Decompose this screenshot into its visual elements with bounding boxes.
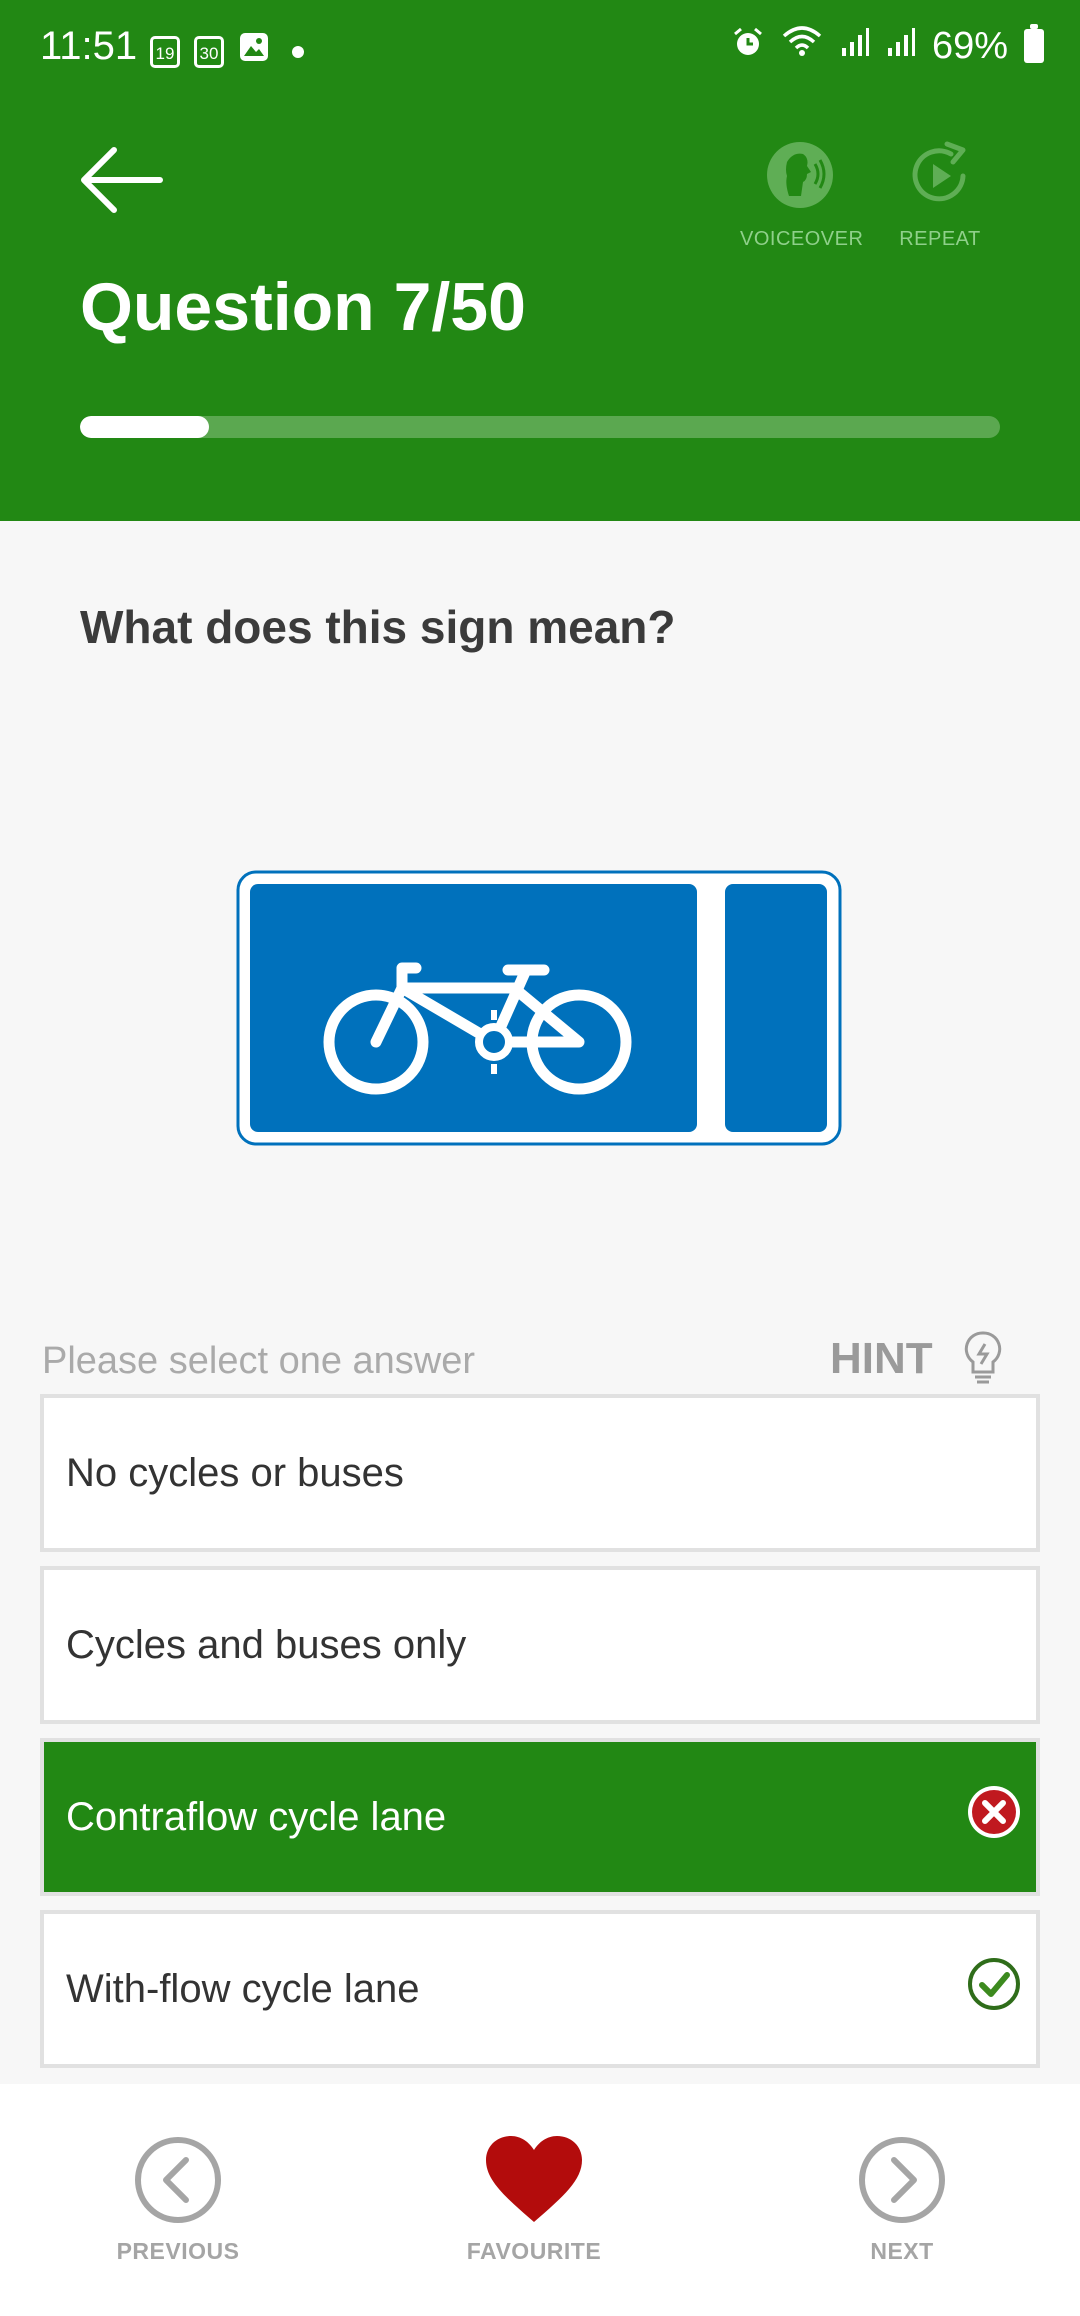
back-button[interactable] — [76, 140, 166, 220]
signal-icon — [840, 25, 870, 68]
signal-icon-2 — [886, 25, 916, 68]
answer-label: Contraflow cycle lane — [66, 1794, 447, 1839]
notification-dot-icon — [292, 45, 304, 58]
voiceover-button[interactable]: VOICEOVER — [740, 140, 864, 251]
notification-icons: 19 30 — [150, 30, 304, 73]
repeat-label: REPEAT — [899, 228, 981, 250]
repeat-icon — [912, 141, 966, 202]
voiceover-icon — [767, 142, 833, 208]
hint-button[interactable]: HINT — [830, 1330, 1003, 1388]
repeat-button[interactable]: REPEAT — [880, 140, 1000, 251]
answer-option-1[interactable]: No cycles or buses — [40, 1394, 1040, 1552]
battery-icon — [1024, 24, 1044, 63]
alarm-icon — [732, 25, 764, 68]
chevron-right-icon — [859, 2137, 945, 2223]
lightbulb-icon — [964, 1331, 1001, 1384]
answer-option-3[interactable]: Contraflow cycle lane — [40, 1738, 1040, 1896]
hint-label: HINT — [830, 1334, 933, 1383]
answer-label: With-flow cycle lane — [66, 1966, 420, 2011]
select-instruction: Please select one answer — [42, 1340, 476, 1382]
heart-icon — [486, 2136, 582, 2222]
next-button[interactable]: NEXT — [802, 2136, 1002, 2265]
wrong-answer-icon — [966, 1784, 1022, 1850]
bicycle-lane-sign-icon — [236, 870, 842, 1146]
gallery-icon — [238, 30, 270, 73]
arrow-left-icon — [81, 147, 163, 213]
question-prompt: What does this sign mean? — [80, 601, 676, 653]
chevron-left-icon — [135, 2137, 221, 2223]
answer-option-4[interactable]: With-flow cycle lane — [40, 1910, 1040, 2068]
correct-answer-icon — [966, 1956, 1022, 2022]
favourite-label: FAVOURITE — [466, 2238, 602, 2264]
next-label: NEXT — [870, 2238, 934, 2264]
progress-bar — [80, 416, 1000, 438]
question-sign-image — [236, 870, 842, 1146]
progress-fill — [80, 416, 209, 438]
answer-option-2[interactable]: Cycles and buses only — [40, 1566, 1040, 1724]
previous-button[interactable]: PREVIOUS — [78, 2136, 278, 2265]
answer-list: No cycles or buses Cycles and buses only… — [40, 1394, 1040, 2082]
header-bar: 11:51 19 30 69% VOICEOVER REPEAT Questio… — [0, 0, 1080, 521]
system-status: 69% — [732, 24, 1044, 68]
calendar-icon: 19 — [150, 35, 180, 68]
previous-label: PREVIOUS — [116, 2238, 240, 2264]
answer-label: Cycles and buses only — [66, 1622, 467, 1667]
answer-label: No cycles or buses — [66, 1450, 404, 1495]
favourite-button[interactable]: FAVOURITE — [434, 2136, 634, 2265]
calendar-icon-2: 30 — [194, 35, 224, 68]
battery-percentage: 69% — [931, 24, 1008, 67]
bottom-navigation: PREVIOUS FAVOURITE NEXT — [0, 2084, 1080, 2316]
question-counter: Question 7/50 — [80, 269, 526, 345]
wifi-icon — [780, 24, 824, 68]
status-time: 11:51 — [40, 24, 138, 68]
status-bar: 11:51 19 30 69% — [0, 0, 1080, 96]
voiceover-label: VOICEOVER — [740, 228, 864, 250]
